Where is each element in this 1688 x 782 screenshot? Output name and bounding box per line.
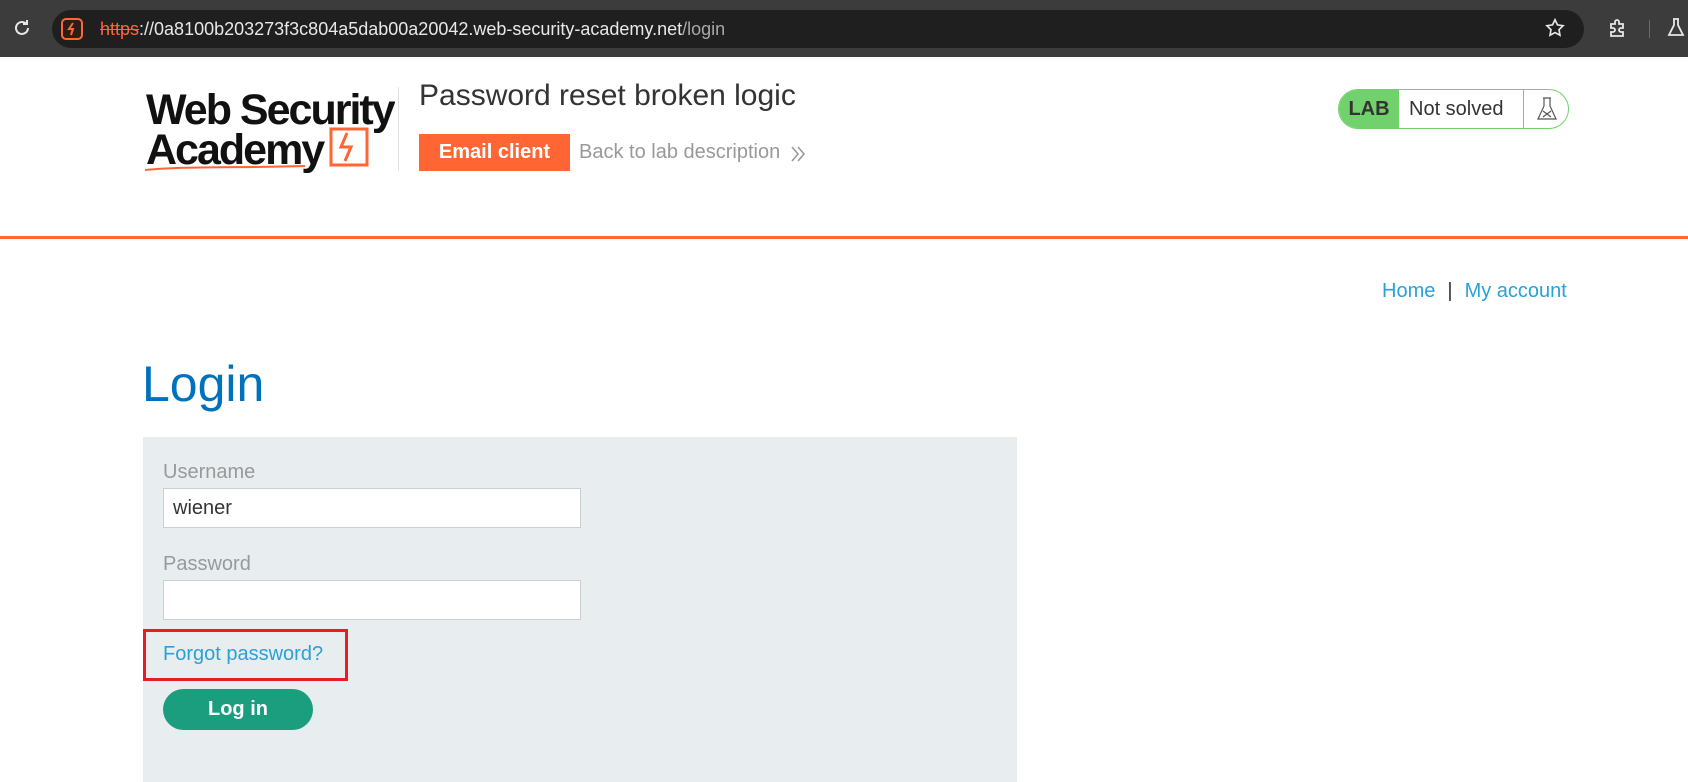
back-to-lab-description-link[interactable]: Back to lab description [579, 141, 780, 164]
bookmark-star-icon[interactable] [1544, 17, 1566, 39]
account-nav: Home | My account [1382, 280, 1567, 303]
lab-badge: LAB [1339, 90, 1399, 128]
url-text[interactable]: https://0a8100b203273f3c804a5dab00a20042… [100, 19, 725, 40]
login-button[interactable]: Log in [163, 689, 313, 730]
login-form: Username wiener Password Forgot password… [143, 437, 1017, 782]
header-divider [398, 87, 399, 171]
double-chevron-right-icon[interactable] [790, 143, 806, 165]
password-input[interactable] [163, 580, 581, 620]
browser-toolbar: https://0a8100b203273f3c804a5dab00a20042… [0, 0, 1688, 57]
my-account-link[interactable]: My account [1465, 280, 1567, 302]
reload-icon[interactable] [10, 16, 34, 40]
address-bar[interactable]: https://0a8100b203273f3c804a5dab00a20042… [52, 10, 1584, 48]
web-security-academy-logo[interactable]: Web Security Academy [144, 84, 398, 176]
url-scheme: https [100, 19, 140, 39]
url-host: ://0a8100b203273f3c804a5dab00a20042.web-… [139, 19, 683, 39]
nav-separator: | [1447, 280, 1453, 302]
forgot-password-link[interactable]: Forgot password? [163, 643, 323, 666]
lab-title: Password reset broken logic [419, 79, 796, 112]
flask-icon [1523, 90, 1568, 128]
lab-header: Web Security Academy Password reset brok… [0, 57, 1688, 239]
username-label: Username [163, 461, 256, 483]
email-client-button[interactable]: Email client [419, 134, 570, 171]
lab-status-widget: LAB Not solved [1338, 89, 1569, 129]
username-input[interactable]: wiener [163, 488, 581, 528]
page-title: Login [142, 356, 265, 412]
site-favicon-icon [61, 18, 83, 40]
extensions-puzzle-icon[interactable] [1606, 16, 1630, 40]
password-label: Password [163, 553, 251, 575]
toolbar-divider [1649, 20, 1650, 38]
labs-flask-icon[interactable] [1664, 16, 1688, 40]
url-path: /login [682, 19, 726, 39]
home-link[interactable]: Home [1382, 280, 1435, 302]
lab-status-text: Not solved [1409, 98, 1504, 120]
